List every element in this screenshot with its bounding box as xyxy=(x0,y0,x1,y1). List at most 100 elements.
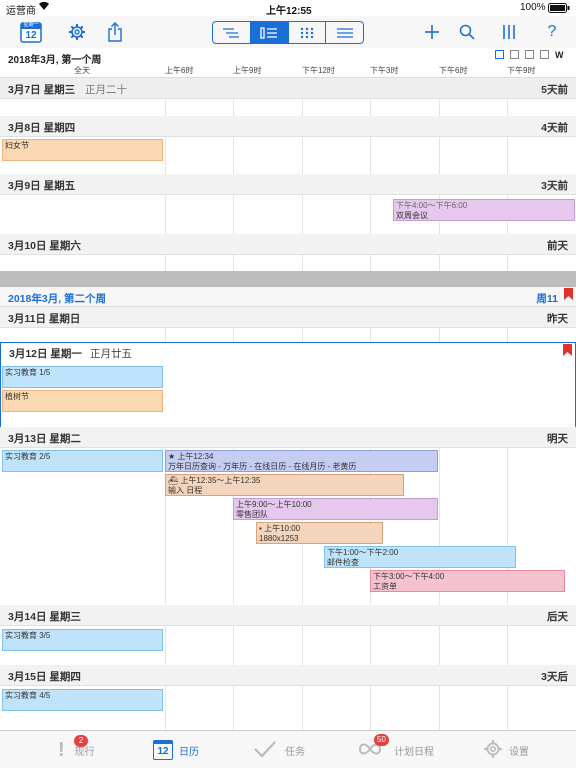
checkmark-icon xyxy=(253,740,277,761)
event-time: 上午10:00 xyxy=(264,524,301,533)
event-time: 下午1:00～下午2:00 xyxy=(327,548,399,557)
day-date: 3月13日 星期二 xyxy=(8,433,81,445)
event-time: 上午12:35～上午12:35 xyxy=(180,476,261,485)
event-title: 邮件检查 xyxy=(327,558,359,567)
week-title: 2018年3月, 第一个周 xyxy=(8,55,102,66)
star-icon: ★ xyxy=(168,452,176,461)
event-title: 工资单 xyxy=(373,582,397,591)
hour-label: 下午9时 xyxy=(507,66,536,75)
day-header[interactable]: 3月10日 星期六 前天 xyxy=(0,234,576,255)
hour-label: 下午12时 xyxy=(302,66,335,75)
view-timeline-button[interactable] xyxy=(213,22,251,43)
day-header[interactable]: 3月9日 星期五 3天前 xyxy=(0,174,576,195)
day-relative: 昨天 xyxy=(547,313,568,325)
day-lunar: 正月廿五 xyxy=(90,348,132,360)
event-time: 上午12:34 xyxy=(177,452,214,461)
event-email-check[interactable]: 下午1:00～下午2:00 邮件检查 xyxy=(324,546,516,568)
add-plus-icon[interactable] xyxy=(421,18,443,46)
tab-label: 设置 xyxy=(509,746,529,758)
exclamation-icon: ! xyxy=(58,738,65,761)
tab-calendar[interactable]: 12 日历 xyxy=(153,739,199,761)
day-date: 3月10日 星期六 xyxy=(8,240,81,252)
day-header[interactable]: 3月15日 星期四 3天后 xyxy=(0,665,576,686)
wifi-icon xyxy=(38,1,50,14)
calendar-icon: 12 xyxy=(153,740,173,760)
tab-label: 日历 xyxy=(179,746,199,758)
day-relative: 4天前 xyxy=(541,122,568,134)
week-number: 周11 xyxy=(536,293,558,305)
tab-tasks[interactable]: 任务 xyxy=(253,739,305,761)
week-header: 2018年3月, 第二个周 周11 xyxy=(0,287,576,307)
toolbar: 星期一 12 ? xyxy=(0,16,576,48)
event-title: 实习教育 4/5 xyxy=(5,691,51,700)
view-option-icon[interactable] xyxy=(525,50,534,59)
event-biweekly-meeting[interactable]: 下午4:00～下午6:00 双周会议 xyxy=(393,199,575,221)
day-date: 3月8日 星期四 xyxy=(8,122,76,134)
event-retail-team[interactable]: 上午9:00～上午10:00 零售团队 xyxy=(233,498,438,520)
view-list-button[interactable] xyxy=(326,22,363,43)
help-icon[interactable]: ? xyxy=(541,18,563,46)
day-header[interactable]: 3月13日 星期二 明天 xyxy=(0,427,576,448)
day-relative: 5天前 xyxy=(541,84,568,96)
today-day-number: 12 xyxy=(25,30,37,41)
battery-icon xyxy=(548,3,570,16)
day-date: 3月7日 星期三 xyxy=(8,84,76,96)
hour-label: 上午6时 xyxy=(165,66,194,75)
event-internship-4[interactable]: 实习教育 4/5 xyxy=(2,689,163,711)
view-option-icon[interactable] xyxy=(510,50,519,59)
view-month-grid-button[interactable] xyxy=(289,22,327,43)
search-icon[interactable] xyxy=(456,18,478,46)
event-internship-1[interactable]: 实习教育 1/5 xyxy=(2,366,163,388)
columns-icon[interactable] xyxy=(498,18,520,46)
week-title: 2018年3月, 第二个周 xyxy=(8,293,107,305)
share-icon[interactable] xyxy=(104,18,126,46)
tab-current[interactable]: ! 现行 2 xyxy=(58,735,95,761)
event-title: 实习教育 3/5 xyxy=(5,631,51,640)
event-image[interactable]: ▪ 上午10:00 1880x1253 xyxy=(256,522,383,544)
day-header[interactable]: 3月11日 星期日 昨天 xyxy=(0,307,576,328)
today-calendar-button[interactable]: 星期一 12 xyxy=(18,18,44,46)
view-option-icon[interactable] xyxy=(540,50,549,59)
day-relative: 3天前 xyxy=(541,180,568,192)
day-relative: 明天 xyxy=(547,433,568,445)
event-title: 1880x1253 xyxy=(259,534,299,543)
day-header[interactable]: 3月8日 星期四 4天前 xyxy=(0,116,576,137)
event-title: 双周会议 xyxy=(396,211,428,220)
hour-label: 全天 xyxy=(74,66,90,75)
tab-badge: 2 xyxy=(74,735,88,747)
view-option-icon[interactable] xyxy=(495,50,504,59)
week-divider xyxy=(0,271,576,287)
tab-label: 计划日程 xyxy=(394,746,434,758)
tab-schedule[interactable]: 计划日程 50 xyxy=(358,734,434,761)
image-icon: ▪ xyxy=(259,524,262,533)
view-option-w[interactable]: W xyxy=(555,50,564,60)
event-payroll[interactable]: 下午3:00～下午4:00 工资单 xyxy=(370,570,565,592)
day-relative: 后天 xyxy=(547,611,568,623)
flag-icon xyxy=(564,287,573,305)
tab-label: 任务 xyxy=(285,746,305,758)
clock: 上午12:55 xyxy=(266,6,312,17)
day-date: 3月11日 星期日 xyxy=(8,313,81,325)
event-arbor-day[interactable]: 植树节 xyxy=(2,390,163,412)
event-title: 实习教育 1/5 xyxy=(5,368,51,377)
event-title: 妇女节 xyxy=(5,141,29,150)
day-header[interactable]: 3月14日 星期三 后天 xyxy=(0,605,576,626)
event-input-schedule[interactable]: ⛴ 上午12:35～上午12:35 输入 日程 xyxy=(165,474,404,496)
tab-settings[interactable]: 设置 xyxy=(483,739,529,761)
day-relative: 3天后 xyxy=(541,671,568,683)
settings-gear-icon[interactable] xyxy=(66,18,88,46)
event-title: 输入 日程 xyxy=(168,486,203,495)
event-internship-3[interactable]: 实习教育 3/5 xyxy=(2,629,163,651)
day-date: 3月14日 星期三 xyxy=(8,611,81,623)
event-womens-day[interactable]: 妇女节 xyxy=(2,139,163,161)
flag-icon xyxy=(563,343,572,361)
event-internship-2[interactable]: 实习教育 2/5 xyxy=(2,450,163,472)
day-header[interactable]: 3月7日 星期三 正月二十 5天前 xyxy=(0,78,576,99)
day-date: 3月9日 星期五 xyxy=(8,180,76,192)
event-title: 零售团队 xyxy=(236,510,268,519)
view-list-day-button[interactable] xyxy=(250,22,289,43)
day-date: 3月15日 星期四 xyxy=(8,671,81,683)
event-title: 实习教育 2/5 xyxy=(5,452,51,461)
event-calendar-lookup[interactable]: ★ 上午12:34 万年日历查询 - 万年历 - 在线日历 - 在线月历 - 老黄… xyxy=(165,450,438,472)
hour-label: 上午9时 xyxy=(233,66,262,75)
